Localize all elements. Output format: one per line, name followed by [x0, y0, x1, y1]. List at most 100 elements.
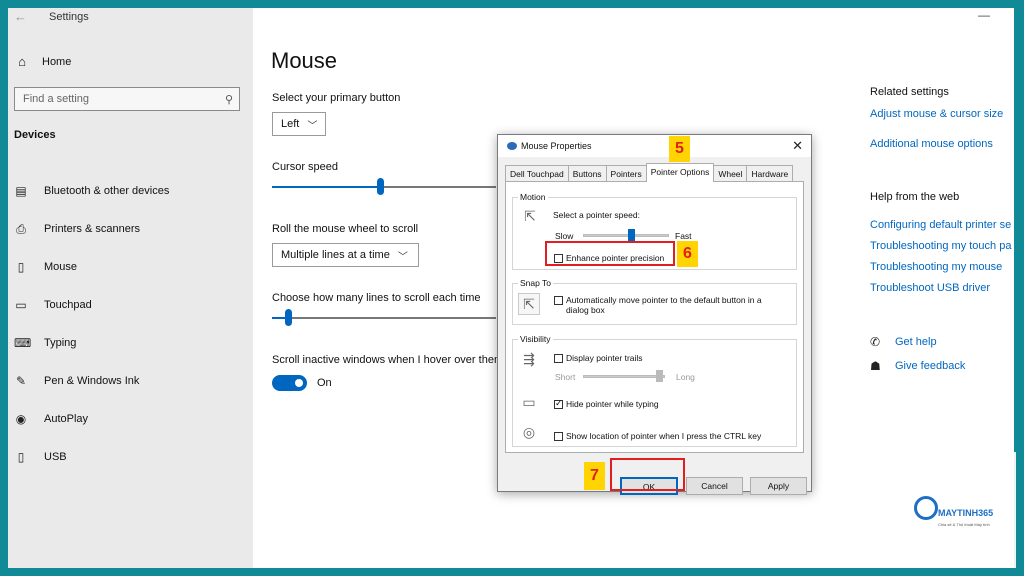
- autoplay-icon: ◉: [15, 412, 27, 426]
- sidebar-item-usb[interactable]: ▯ USB: [14, 438, 169, 476]
- link-additional-mouse-options[interactable]: Additional mouse options: [870, 138, 993, 150]
- pen-icon: ✎: [15, 374, 27, 388]
- scroll-dropdown[interactable]: Multiple lines at a time ﹀: [272, 243, 419, 267]
- link-help-usb[interactable]: Troubleshoot USB driver: [870, 282, 990, 294]
- scroll-label: Roll the mouse wheel to scroll: [272, 223, 419, 235]
- page-title: Mouse: [271, 48, 338, 73]
- feedback-icon: ☗: [870, 359, 881, 373]
- sidebar-item-bluetooth[interactable]: ▤ Bluetooth & other devices: [14, 172, 169, 210]
- step-5-badge: 5: [669, 136, 690, 162]
- tab-dell-touchpad[interactable]: Dell Touchpad: [505, 165, 569, 182]
- long-label: Long: [676, 372, 695, 382]
- snap-to-checkbox[interactable]: [554, 296, 563, 305]
- get-help-link[interactable]: ✆ Get help: [870, 335, 937, 349]
- usb-icon: ▯: [17, 450, 25, 464]
- chat-help-icon: ✆: [870, 335, 881, 349]
- apply-button[interactable]: Apply: [750, 477, 807, 495]
- mouse-properties-dialog: Mouse Properties ✕ Dell Touchpad Buttons…: [497, 134, 812, 495]
- printer-icon: ⎙: [16, 221, 26, 236]
- chevron-down-icon: ﹀: [397, 251, 408, 263]
- minimize-icon[interactable]: —: [978, 8, 990, 22]
- pointer-speed-slider[interactable]: [583, 229, 669, 241]
- hide-pointer-checkbox[interactable]: [554, 398, 563, 409]
- dialog-tabs: Dell Touchpad Buttons Pointers Pointer O…: [505, 163, 794, 182]
- primary-button-dropdown[interactable]: Left ﹀: [272, 112, 326, 136]
- mouse-icon: [507, 142, 517, 150]
- step-7-badge: 7: [584, 462, 605, 490]
- slider-thumb[interactable]: [285, 309, 292, 326]
- snap-group: Snap To ⇱ Automatically move pointer to …: [512, 278, 797, 325]
- fast-label: Fast: [675, 231, 692, 241]
- slider-thumb: [656, 370, 663, 382]
- sidebar-item-label: Bluetooth & other devices: [44, 185, 170, 197]
- keyboard-icon: ⌨: [14, 336, 32, 350]
- sidebar-item-mouse[interactable]: ▯ Mouse: [14, 248, 169, 286]
- inactive-scroll-toggle[interactable]: [272, 375, 307, 391]
- cursor-speed-slider[interactable]: [272, 178, 496, 195]
- sidebar-item-touchpad[interactable]: ▭ Touchpad: [14, 286, 169, 324]
- hide-pointer-icon: ▭: [522, 394, 536, 410]
- link-adjust-mouse-cursor[interactable]: Adjust mouse & cursor size: [870, 108, 1003, 120]
- dropdown-value: Left: [281, 118, 300, 130]
- ctrl-locate-checkbox[interactable]: [554, 432, 563, 441]
- ctrl-locate-icon: ◎: [522, 424, 536, 440]
- toggle-state-label: On: [317, 377, 332, 389]
- give-feedback-label: Give feedback: [895, 360, 966, 372]
- help-title: Help from the web: [870, 191, 960, 203]
- dialog-title: Mouse Properties: [521, 141, 592, 151]
- sidebar-item-typing[interactable]: ⌨ Typing: [14, 324, 169, 362]
- motion-group-title: Motion: [518, 192, 548, 202]
- slow-label: Slow: [555, 231, 574, 241]
- visibility-group: Visibility ⇶ Display pointer trails Shor…: [512, 334, 797, 447]
- sidebar-item-pen[interactable]: ✎ Pen & Windows Ink: [14, 362, 169, 400]
- give-feedback-link[interactable]: ☗ Give feedback: [870, 359, 965, 373]
- get-help-label: Get help: [895, 336, 937, 348]
- back-arrow-icon[interactable]: ←: [14, 9, 27, 24]
- pointer-trails-icon: ⇶: [523, 351, 535, 367]
- tab-pointer-options[interactable]: Pointer Options: [645, 163, 715, 182]
- slider-thumb[interactable]: [628, 229, 635, 241]
- link-help-mouse[interactable]: Troubleshooting my mouse: [870, 261, 1002, 273]
- sidebar: ← Settings ⌂ Home Find a setting ⚲ Devic…: [8, 8, 253, 568]
- related-settings-title: Related settings: [870, 86, 949, 98]
- tab-wheel[interactable]: Wheel: [713, 165, 748, 182]
- search-icon[interactable]: ⚲: [225, 93, 233, 106]
- tab-pointers[interactable]: Pointers: [605, 165, 647, 182]
- search-input[interactable]: Find a setting ⚲: [14, 87, 240, 111]
- snap-label-line1: Automatically move pointer to the defaul…: [566, 295, 762, 305]
- sidebar-item-printers[interactable]: ⎙ Printers & scanners: [14, 210, 169, 248]
- cancel-button[interactable]: Cancel: [686, 477, 743, 495]
- short-label: Short: [555, 372, 576, 382]
- step-6-badge: 6: [677, 241, 698, 267]
- section-title: Devices: [14, 129, 56, 141]
- sidebar-item-label: Mouse: [44, 261, 78, 273]
- sidebar-item-label: Pen & Windows Ink: [44, 375, 140, 387]
- sidebar-item-label: Touchpad: [44, 299, 92, 311]
- sidebar-item-label: USB: [44, 451, 67, 463]
- pointer-speed-icon: ⇱: [524, 208, 536, 224]
- link-help-touchpad[interactable]: Troubleshooting my touch pa: [870, 240, 1011, 252]
- dropdown-value: Multiple lines at a time: [281, 249, 390, 261]
- sidebar-item-label: Typing: [44, 337, 77, 349]
- slider-fill: [272, 186, 380, 188]
- lines-label: Choose how many lines to scroll each tim…: [272, 292, 481, 304]
- sidebar-item-autoplay[interactable]: ◉ AutoPlay: [14, 400, 169, 438]
- nav-home[interactable]: ⌂ Home: [14, 54, 71, 69]
- bluetooth-icon: ▤: [15, 184, 27, 198]
- link-help-printer[interactable]: Configuring default printer se: [870, 219, 1011, 231]
- logo-globe-icon: [914, 496, 938, 520]
- slider-thumb[interactable]: [377, 178, 384, 195]
- window-title: Settings: [49, 11, 89, 23]
- primary-button-label: Select your primary button: [272, 92, 401, 104]
- close-icon[interactable]: ✕: [792, 138, 803, 154]
- tab-panel: Motion ⇱ Select a pointer speed: Slow Fa…: [505, 181, 804, 453]
- home-icon: ⌂: [18, 54, 26, 69]
- mouse-icon: ▯: [17, 260, 25, 274]
- pointer-trails-checkbox[interactable]: [554, 354, 563, 363]
- tab-buttons[interactable]: Buttons: [567, 165, 607, 182]
- snap-label-line2: dialog box: [566, 305, 605, 315]
- lines-slider[interactable]: [272, 309, 496, 326]
- sidebar-item-label: Printers & scanners: [44, 223, 140, 235]
- tab-hardware[interactable]: Hardware: [746, 165, 794, 182]
- hide-pointer-label: Hide pointer while typing: [566, 399, 659, 409]
